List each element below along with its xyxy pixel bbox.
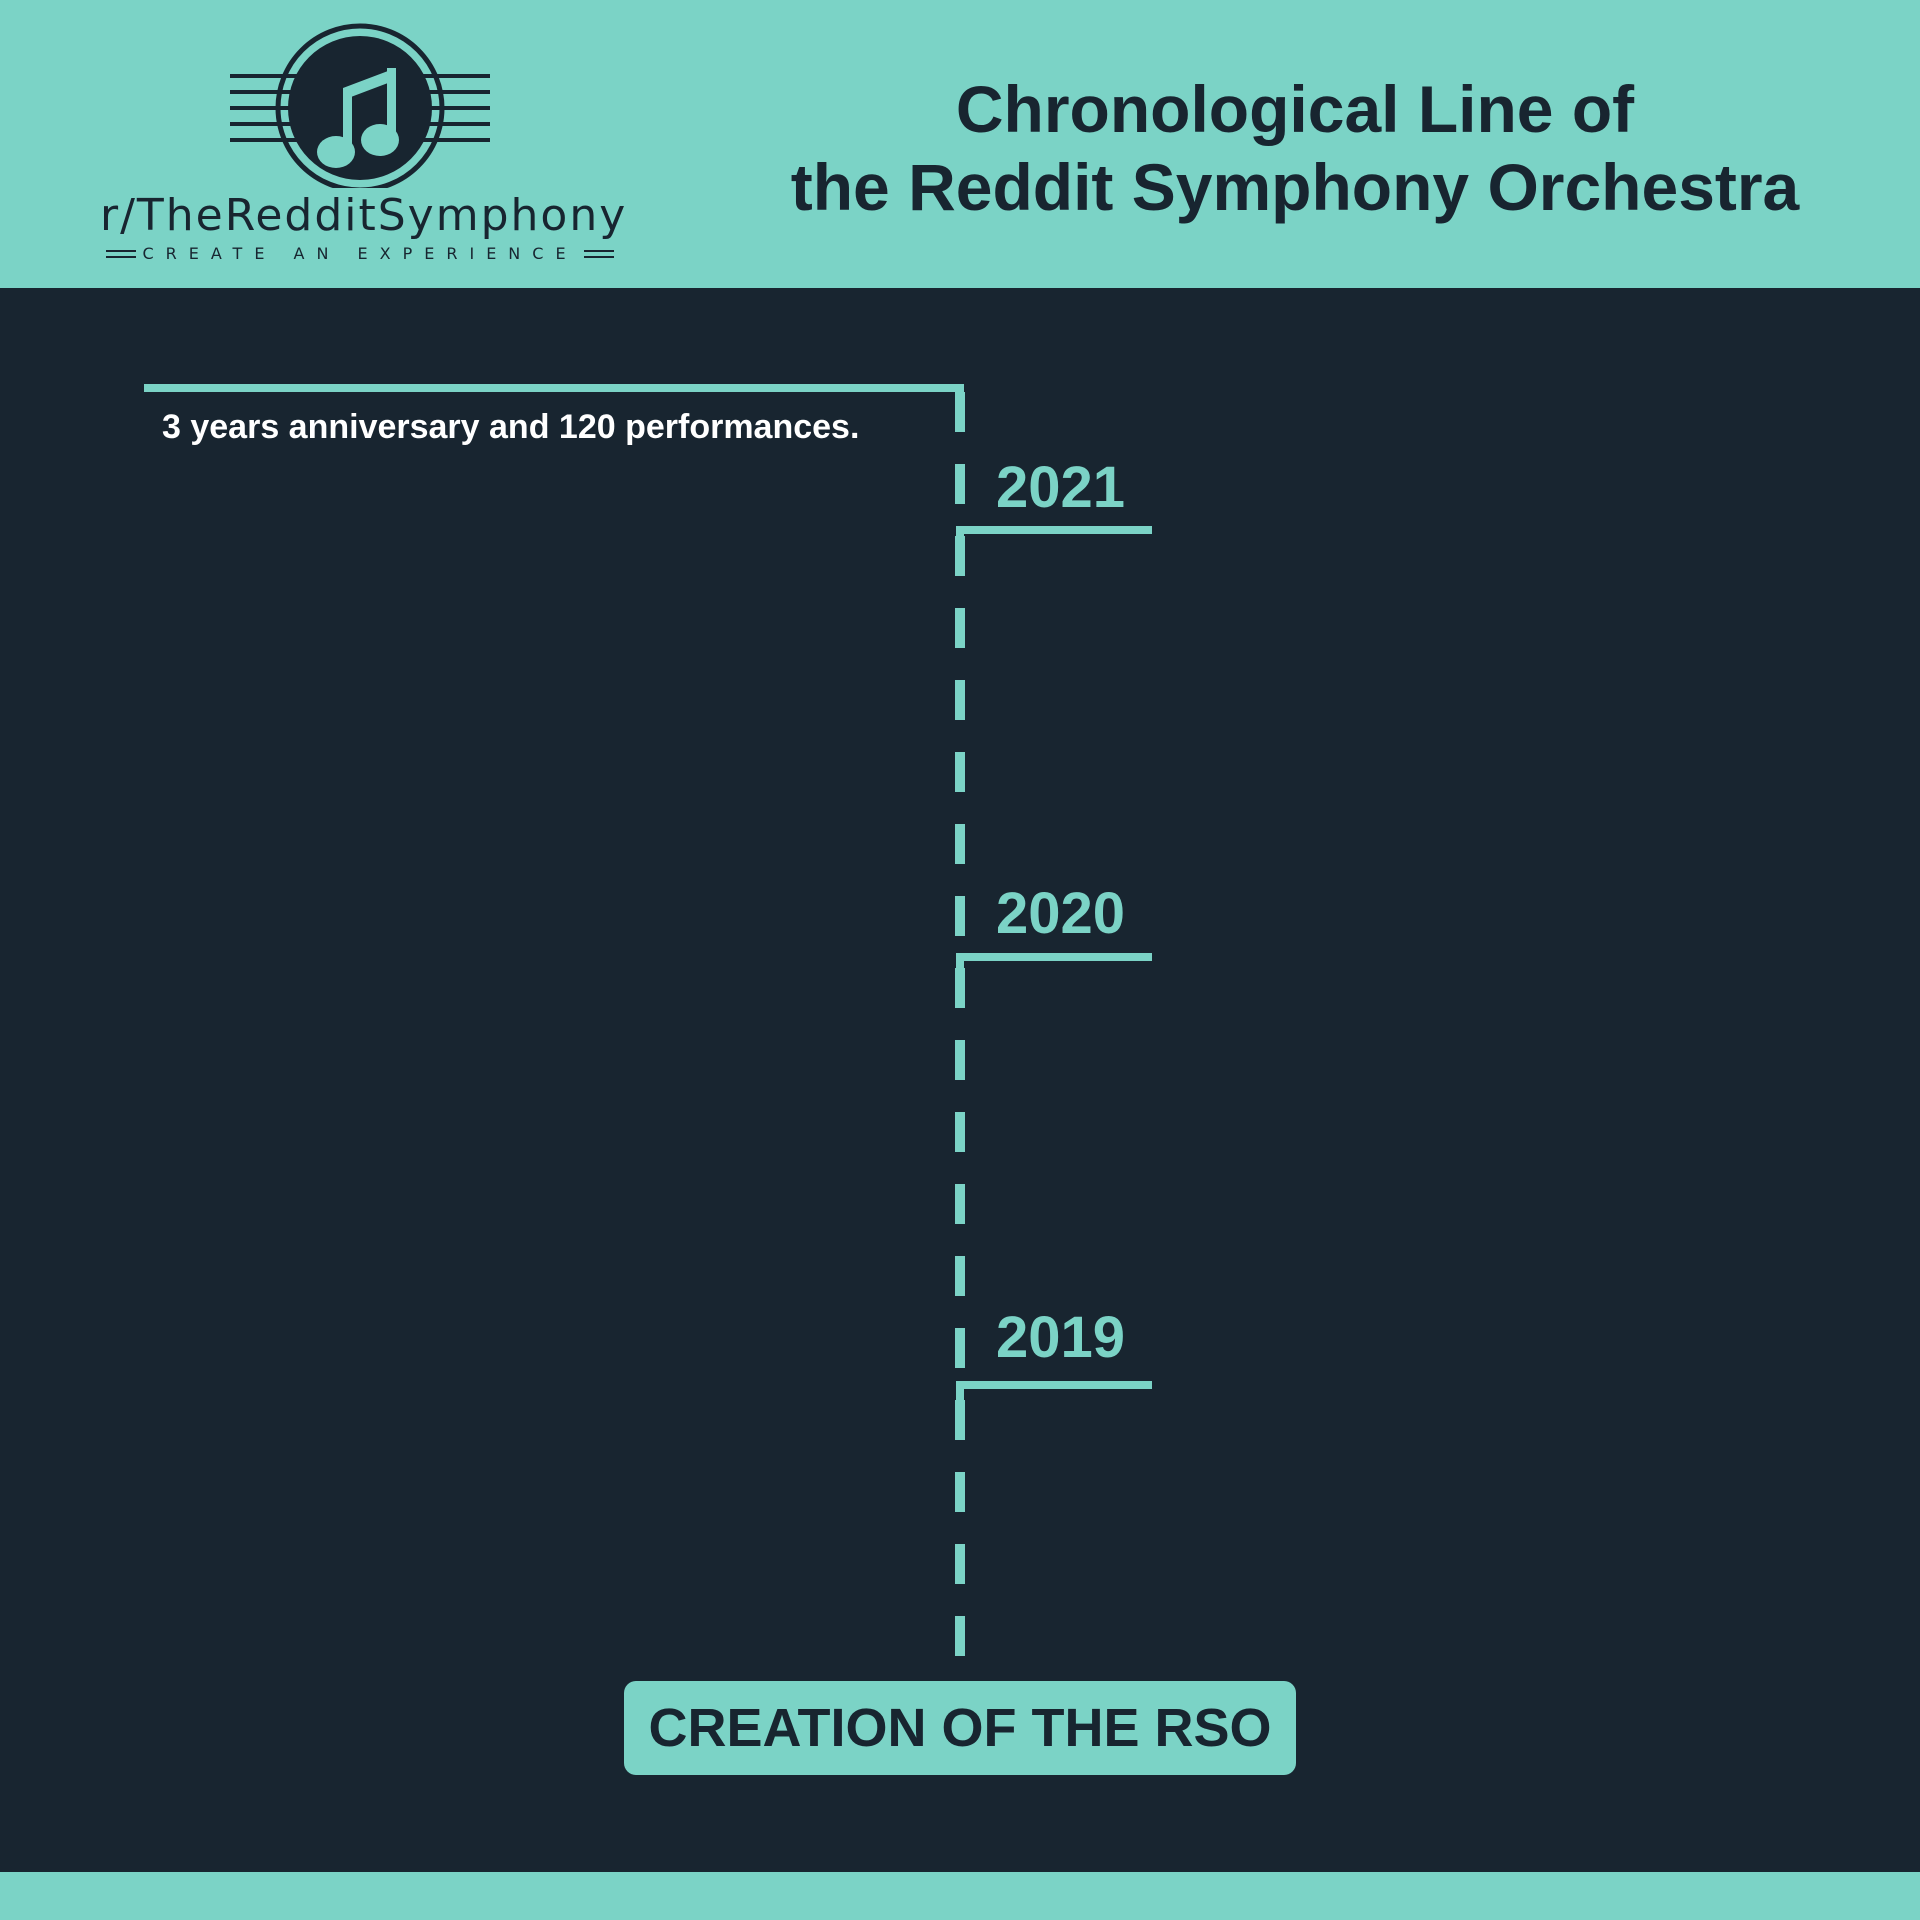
milestone-2019-bracket — [956, 1381, 1152, 1410]
milestone-2020-bracket — [956, 953, 1152, 985]
timeline-top-note: 3 years anniversary and 120 performances… — [162, 408, 860, 446]
creation-badge: CREATION OF THE RSO — [624, 1681, 1296, 1775]
year-label-2019: 2019 — [996, 1305, 1126, 1370]
year-label-2020: 2020 — [996, 881, 1126, 946]
milestone-2021-bracket — [956, 526, 1152, 560]
year-label-2021: 2021 — [996, 455, 1126, 520]
timeline-graphic — [144, 384, 1152, 1676]
footer-banner — [0, 1872, 1920, 1920]
